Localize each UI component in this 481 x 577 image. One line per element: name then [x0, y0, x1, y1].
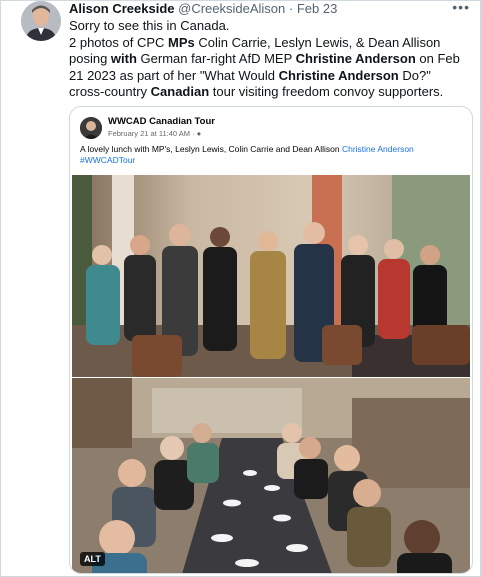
tweet-header: Alison Creekside @CreeksideAlison · Feb … — [69, 1, 450, 16]
separator-dot: · — [288, 1, 294, 16]
tweet-timestamp[interactable]: Feb 23 — [297, 1, 337, 16]
fb-hashtag-link[interactable]: #WWCADTour — [80, 155, 135, 165]
author-avatar[interactable] — [21, 1, 61, 41]
fb-post-text: A lovely lunch with MP's, Leslyn Lewis, … — [80, 144, 414, 165]
fb-page-name[interactable]: WWCAD Canadian Tour — [108, 116, 215, 127]
fb-page-avatar — [80, 117, 102, 139]
embedded-facebook-post[interactable]: WWCAD Canadian Tour February 21 at 11:40… — [69, 106, 473, 574]
tweet[interactable]: Alison Creekside @CreeksideAlison · Feb … — [0, 0, 481, 577]
group-photo[interactable] — [72, 175, 470, 377]
author-handle[interactable]: @CreeksideAlison — [178, 1, 285, 16]
restaurant-table-photo[interactable] — [72, 378, 470, 573]
tweet-paragraph: 2 photos of CPC MPs Colin Carrie, Leslyn… — [69, 34, 460, 100]
fb-post-meta: February 21 at 11:40 AM · ● — [108, 129, 202, 138]
fb-mention-link[interactable]: Christine Anderson — [342, 144, 414, 154]
tweet-text: Sorry to see this in Canada. 2 photos of… — [69, 18, 469, 101]
globe-icon: ● — [196, 129, 202, 138]
author-name[interactable]: Alison Creekside — [69, 1, 175, 16]
more-horizontal-icon[interactable]: ••• — [452, 0, 470, 15]
alt-text-badge[interactable]: ALT — [80, 552, 105, 566]
tweet-line-1: Sorry to see this in Canada. — [69, 18, 230, 33]
